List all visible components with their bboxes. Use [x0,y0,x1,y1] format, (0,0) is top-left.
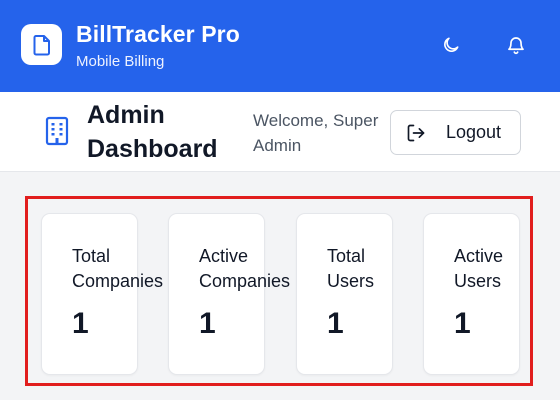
logout-label: Logout [446,122,502,142]
stat-label-line2: Users [327,271,375,291]
stat-label: Total Companies [72,244,163,294]
building-icon [44,116,70,146]
stat-label-line1: Active [199,246,249,266]
document-icon [21,24,62,65]
stat-value: 1 [72,307,89,340]
stat-label-line2: Users [454,271,502,291]
admin-bar: Admin Dashboard Welcome, Super Admin Log… [0,92,560,172]
moon-icon[interactable] [439,33,463,57]
stat-value: 1 [327,307,344,340]
stat-card-total-companies: Total Companies 1 [41,213,163,375]
logout-button[interactable]: Logout [390,110,521,155]
stat-card-active-users: Active Users 1 [423,213,520,375]
stat-value: 1 [199,307,216,340]
app-header: BillTracker Pro Mobile Billing [0,0,560,92]
stat-label: Active Users [454,244,503,294]
stat-value: 1 [454,307,471,340]
app-root: BillTracker Pro Mobile Billing Admin Das… [0,0,560,400]
stat-card-total-users: Total Users 1 [296,213,393,375]
stat-label-line1: Total [327,246,366,266]
app-subtitle: Mobile Billing [76,53,165,70]
stat-card-active-companies: Active Companies 1 [168,213,290,375]
welcome-text: Welcome, Super Admin [253,111,379,155]
stat-label: Active Companies [199,244,290,294]
stat-label-line1: Active [454,246,504,266]
stat-label-line2: Companies [199,271,291,291]
stat-label-line1: Total [72,246,111,266]
logout-icon [406,123,426,143]
page-title: Admin Dashboard [87,101,218,163]
bell-icon[interactable] [504,33,528,57]
stat-label-line2: Companies [72,271,164,291]
stat-label: Total Users [327,244,374,294]
app-title: BillTracker Pro [76,21,240,47]
